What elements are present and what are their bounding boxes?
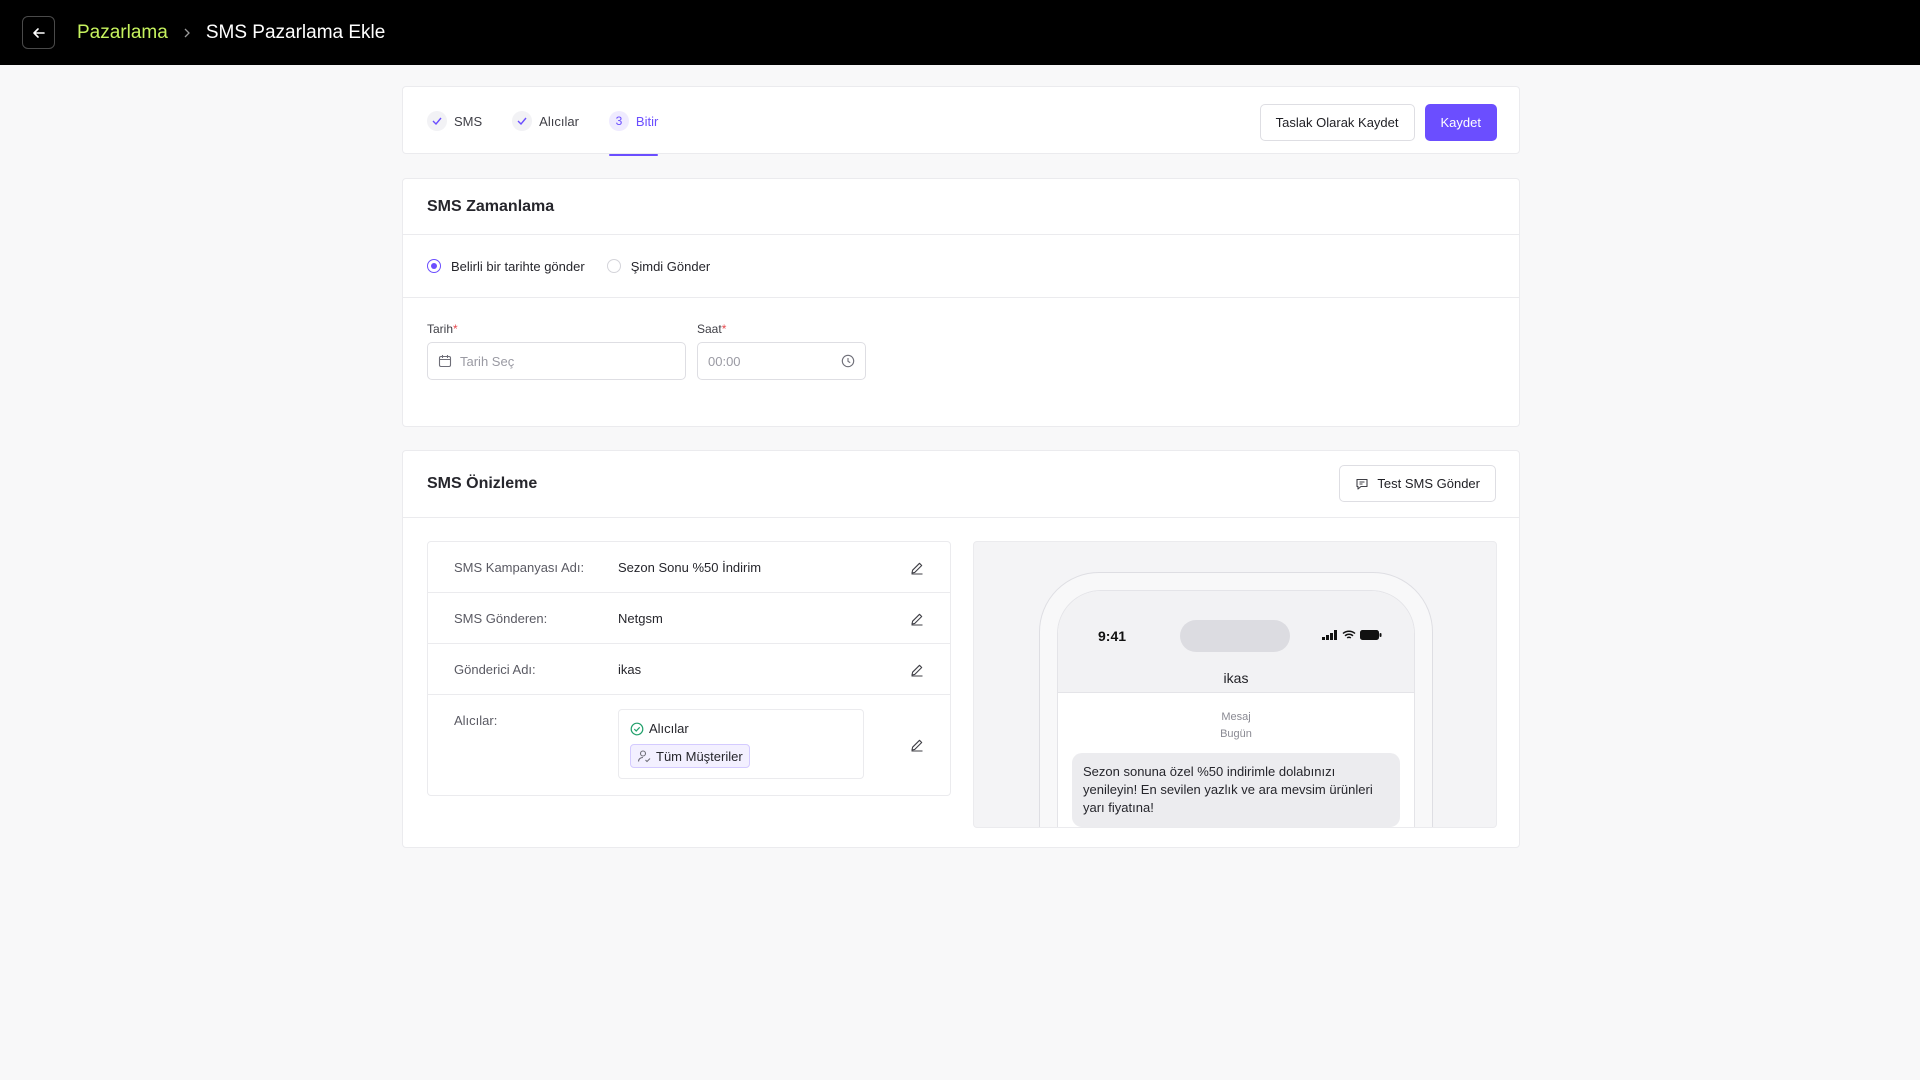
send-test-sms-button[interactable]: Test SMS Gönder	[1339, 465, 1496, 502]
status-bar-icons	[1322, 630, 1382, 640]
signal-icon	[1322, 630, 1337, 640]
step-sms[interactable]: SMS	[427, 87, 482, 155]
row-label: Alıcılar:	[454, 713, 498, 728]
save-button[interactable]: Kaydet	[1424, 104, 1497, 141]
dynamic-island	[1180, 620, 1290, 652]
breadcrumb-parent-link[interactable]: Pazarlama	[77, 22, 168, 44]
radio-indicator	[427, 259, 441, 273]
clock-icon	[841, 354, 855, 368]
arrow-left-icon	[32, 27, 45, 38]
row-value: Netgsm	[618, 611, 663, 626]
message-meta: Mesaj Bugün	[1058, 709, 1414, 743]
step-recipients[interactable]: Alıcılar	[512, 87, 579, 155]
message-bubble: Sezon sonuna özel %50 indirimle dolabını…	[1072, 753, 1400, 827]
stepper-card: SMS Alıcılar 3 Bitir Taslak Olarak Kayde…	[402, 86, 1520, 156]
row-label: SMS Kampanyası Adı:	[454, 560, 585, 575]
phone-screen: 9:41 ikas Mesaj Bugün Sezon sonuna özel …	[1057, 590, 1415, 827]
edit-pencil-icon[interactable]	[908, 661, 926, 679]
step-label: SMS	[454, 113, 483, 129]
summary-row-sms-sender: SMS Gönderen: Netgsm	[428, 593, 950, 644]
time-picker-input[interactable]: 00:00	[697, 342, 866, 380]
send-option-group: Belirli bir tarihte gönder Şimdi Gönder	[403, 235, 1519, 298]
summary-row-campaign-name: SMS Kampanyası Adı: Sezon Sonu %50 İndir…	[428, 542, 950, 593]
page-title: SMS Pazarlama Ekle	[205, 21, 386, 43]
phone-preview-area: 9:41 ikas Mesaj Bugün Sezon sonuna özel …	[973, 541, 1497, 828]
time-label: Saat*	[697, 322, 727, 336]
campaign-summary-table: SMS Kampanyası Adı: Sezon Sonu %50 İndir…	[427, 541, 951, 796]
radio-indicator	[606, 259, 621, 273]
recipient-segment-tag: Tüm Müşteriler	[630, 744, 750, 768]
summary-row-sender-name: Gönderici Adı: ikas	[428, 644, 950, 695]
battery-icon	[1360, 630, 1382, 640]
phone-clock: 9:41	[1098, 628, 1127, 644]
radio-send-now[interactable]: Şimdi Gönder	[606, 258, 711, 274]
check-icon	[427, 111, 447, 131]
save-draft-button[interactable]: Taslak Olarak Kaydet	[1259, 104, 1415, 141]
radio-label: Belirli bir tarihte gönder	[451, 258, 585, 274]
message-icon	[1356, 478, 1368, 490]
sms-preview-card: SMS Önizleme Test SMS Gönder SMS Kampany…	[402, 450, 1520, 848]
step-number: 3	[608, 111, 629, 131]
meta-date: Bugün	[1220, 728, 1252, 740]
row-label: SMS Gönderen:	[454, 611, 548, 626]
tag-label: Tüm Müşteriler	[656, 748, 743, 764]
step-label: Alıcılar	[539, 113, 579, 129]
radio-label: Şimdi Gönder	[630, 258, 711, 274]
check-circle-icon	[630, 722, 644, 735]
radio-send-at-date[interactable]: Belirli bir tarihte gönder	[427, 259, 585, 274]
row-label: Gönderici Adı:	[454, 662, 536, 677]
meta-label: Mesaj	[1221, 711, 1251, 723]
chevron-right-icon	[183, 28, 191, 38]
check-icon	[512, 111, 533, 131]
edit-pencil-icon[interactable]	[908, 610, 926, 628]
user-check-icon	[637, 750, 651, 763]
row-value: ikas	[618, 662, 642, 677]
summary-row-recipients: Alıcılar: Alıcılar Tüm Müşteriler	[428, 695, 950, 795]
breadcrumb: Pazarlama SMS Pazarlama Ekle	[77, 22, 385, 44]
date-label: Tarih*	[427, 322, 458, 336]
edit-pencil-icon[interactable]	[908, 559, 926, 577]
button-label: Test SMS Gönder	[1377, 476, 1480, 491]
back-button[interactable]	[22, 16, 55, 49]
row-value: Sezon Sonu %50 İndirim	[618, 560, 762, 575]
section-title: SMS Önizleme	[427, 475, 538, 492]
stepper: SMS Alıcılar 3 Bitir	[427, 87, 688, 156]
calendar-icon	[438, 354, 452, 368]
phone-header: 9:41 ikas	[1058, 591, 1414, 693]
date-placeholder: Tarih Seç	[460, 353, 515, 369]
top-bar: Pazarlama SMS Pazarlama Ekle	[0, 0, 1920, 65]
step-label: Bitir	[635, 113, 659, 129]
step-finish[interactable]: 3 Bitir	[608, 87, 659, 156]
wifi-icon	[1342, 630, 1356, 639]
message-sender-name: ikas	[1223, 670, 1249, 686]
section-title: SMS Zamanlama	[427, 197, 555, 215]
sms-scheduling-card: SMS Zamanlama Belirli bir tarihte gönder…	[402, 178, 1520, 427]
time-value: 00:00	[708, 353, 741, 369]
recipients-box-title: Alıcılar	[649, 721, 689, 736]
date-picker-input[interactable]: Tarih Seç	[427, 342, 686, 380]
recipients-summary-box: Alıcılar Tüm Müşteriler	[618, 709, 864, 779]
edit-pencil-icon[interactable]	[908, 736, 926, 754]
